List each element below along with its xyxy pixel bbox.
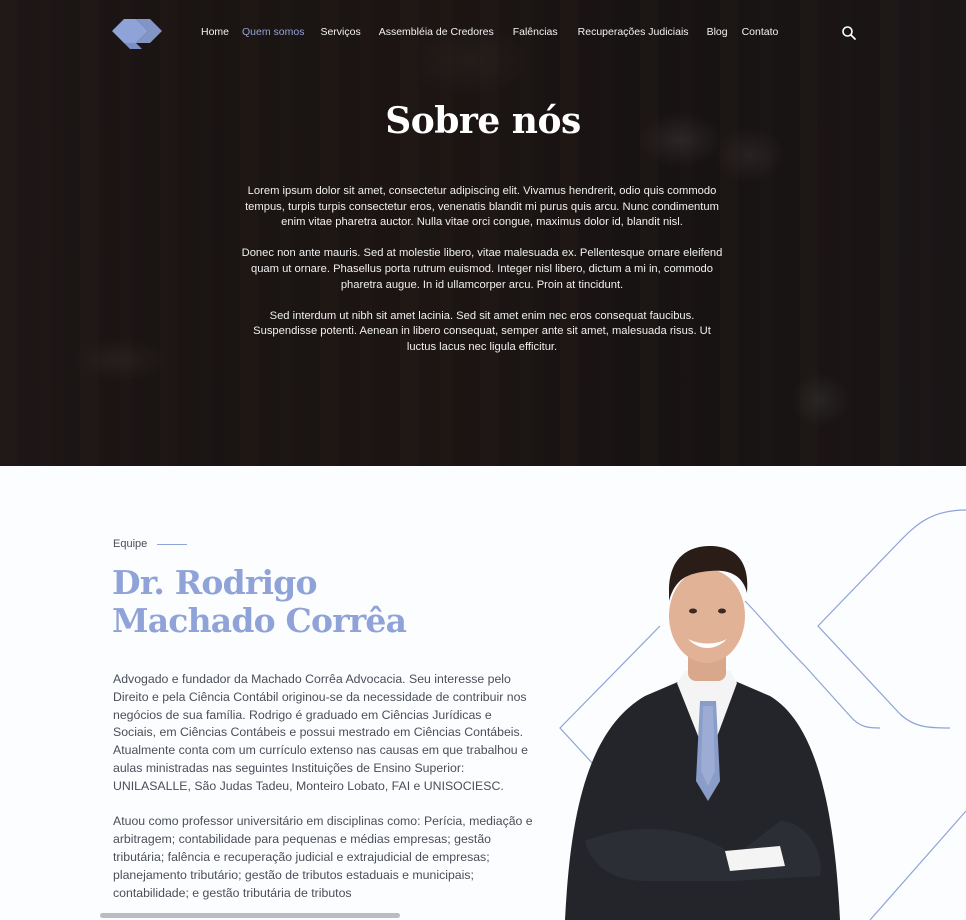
- hero-intro: Lorem ipsum dolor sit amet, consectetur …: [238, 184, 726, 371]
- nav-menu: Home Quem somos Serviços Assembléia de C…: [201, 26, 778, 38]
- nav-item-home[interactable]: Home: [201, 26, 229, 38]
- hero-paragraph: Lorem ipsum dolor sit amet, consectetur …: [245, 185, 719, 229]
- team-section: Equipe Dr. Rodrigo Machado Corrêa Advoga…: [0, 466, 966, 920]
- nav-item-blog[interactable]: Blog: [707, 26, 728, 38]
- nav-item-quem-somos[interactable]: Quem somos: [242, 26, 304, 38]
- member-name: Dr. Rodrigo Machado Corrêa: [112, 563, 407, 640]
- bio-paragraph: Atuou como professor universitário em di…: [113, 814, 533, 900]
- nav-item-contato[interactable]: Contato: [742, 26, 779, 38]
- hero-section: Home Quem somos Serviços Assembléia de C…: [0, 0, 966, 466]
- page-title: Sobre nós: [385, 100, 581, 142]
- nav-item-assembleia[interactable]: Assembléia de Credores: [379, 26, 494, 38]
- search-icon[interactable]: [841, 25, 857, 41]
- diamond-logo[interactable]: [112, 15, 162, 51]
- hero-paragraph: Sed interdum ut nibh sit amet lacinia. S…: [253, 309, 711, 353]
- horizontal-scrollbar[interactable]: [100, 913, 400, 918]
- member-bio: Advogado e fundador da Machado Corrêa Ad…: [113, 671, 533, 920]
- hero-paragraph: Donec non ante mauris. Sed at molestie l…: [241, 247, 723, 291]
- bio-paragraph: Advogado e fundador da Machado Corrêa Ad…: [113, 672, 528, 793]
- nav-item-servicos[interactable]: Serviços: [320, 26, 360, 38]
- section-eyebrow: Equipe: [113, 538, 188, 550]
- member-portrait: [565, 546, 840, 920]
- nav-item-recuperacoes[interactable]: Recuperações Judiciais: [578, 26, 689, 38]
- nav-item-falencias[interactable]: Falências: [513, 26, 558, 38]
- top-navigation: Home Quem somos Serviços Assembléia de C…: [0, 0, 966, 66]
